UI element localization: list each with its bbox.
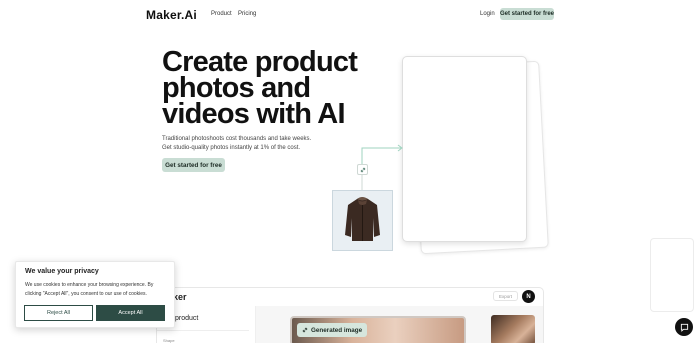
subtitle-line-2: Get studio-quality photos instantly at 1… [162, 144, 301, 151]
product-photo-input [332, 190, 393, 251]
headline-line-3: videos with AI [162, 98, 346, 130]
header-get-started-button[interactable]: Get started for free [500, 8, 554, 20]
nav-product[interactable]: Product [211, 11, 232, 17]
export-button[interactable]: Export [493, 291, 518, 301]
generated-image-chip: Generated image [297, 323, 368, 337]
jacket-image [345, 197, 380, 241]
brand-logo[interactable]: Maker.Ai [146, 8, 197, 22]
link-icon [302, 327, 308, 333]
sidebar-product-label: product [175, 315, 199, 322]
side-widget [650, 238, 694, 312]
sidebar-shape-label: Shape [163, 338, 175, 343]
thumbnail-image[interactable] [491, 315, 535, 343]
subtitle-line-1: Traditional photoshoots cost thousands a… [162, 136, 312, 142]
login-link[interactable]: Login [480, 11, 495, 17]
chat-icon [680, 323, 688, 332]
hero-headline: Create product photos and videos with AI [162, 48, 362, 130]
chat-button[interactable] [675, 318, 693, 336]
generated-image-label: Generated image [311, 326, 363, 334]
reject-all-button[interactable]: Reject All [24, 305, 93, 321]
cookie-text: We use cookies to enhance your browsing … [25, 282, 154, 297]
hero-subtitle: Traditional photoshoots cost thousands a… [162, 135, 332, 152]
sidebar-divider [157, 330, 249, 331]
cookie-title: We value your privacy [25, 268, 99, 275]
hero-get-started-button[interactable]: Get started for free [162, 158, 225, 172]
result-card-front [402, 56, 527, 242]
link-icon [357, 164, 368, 175]
avatar[interactable]: N [522, 290, 535, 303]
nav-pricing[interactable]: Pricing [238, 11, 256, 17]
accept-all-button[interactable]: Accept All [96, 305, 165, 321]
